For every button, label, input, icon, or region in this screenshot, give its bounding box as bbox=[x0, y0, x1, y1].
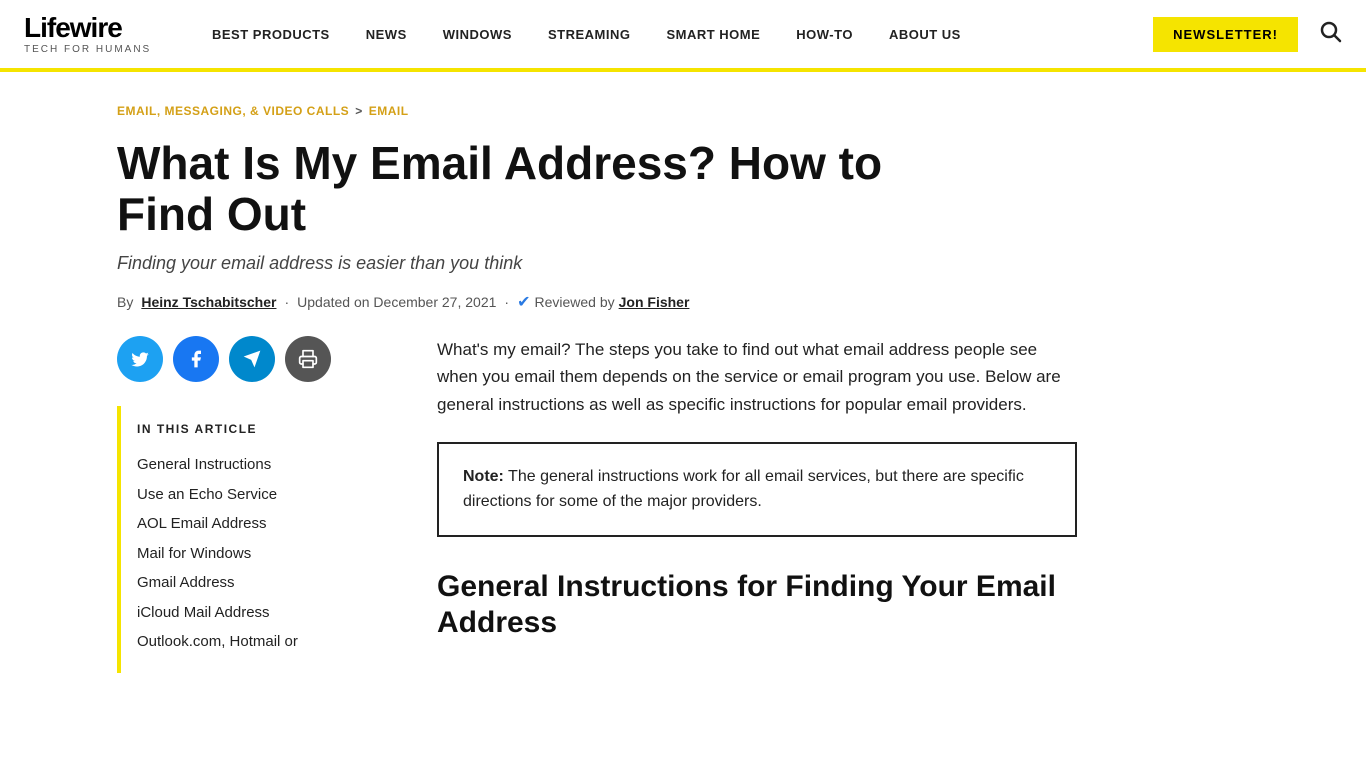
reviewed-label: Reviewed by bbox=[534, 294, 614, 310]
breadcrumb: EMAIL, MESSAGING, & VIDEO CALLS > EMAIL bbox=[117, 104, 1249, 118]
updated-date: Updated on December 27, 2021 bbox=[297, 294, 496, 310]
social-share-row bbox=[117, 336, 397, 382]
toc-item[interactable]: Use an Echo Service bbox=[137, 480, 397, 510]
note-label: Note: bbox=[463, 468, 504, 485]
right-column: What's my email? The steps you take to f… bbox=[437, 336, 1077, 673]
toc-item[interactable]: iCloud Mail Address bbox=[137, 598, 397, 628]
breadcrumb-separator: > bbox=[355, 104, 363, 118]
toc-item[interactable]: Mail for Windows bbox=[137, 539, 397, 569]
review-badge: ✔ Reviewed by Jon Fisher bbox=[517, 292, 689, 312]
search-icon[interactable] bbox=[1318, 19, 1342, 49]
section-heading: General Instructions for Finding Your Em… bbox=[437, 569, 1077, 641]
table-of-contents: IN THIS ARTICLE General InstructionsUse … bbox=[117, 406, 397, 673]
logo-area[interactable]: Lifewire TECH FOR HUMANS bbox=[24, 14, 154, 55]
nav-item-about-us[interactable]: ABOUT US bbox=[871, 27, 979, 42]
breadcrumb-current[interactable]: EMAIL bbox=[369, 104, 409, 118]
nav-item-how-to[interactable]: HOW-TO bbox=[778, 27, 871, 42]
toc-item[interactable]: AOL Email Address bbox=[137, 509, 397, 539]
nav-item-smart-home[interactable]: SMART HOME bbox=[648, 27, 778, 42]
nav-item-news[interactable]: NEWS bbox=[348, 27, 425, 42]
breadcrumb-parent-link[interactable]: EMAIL, MESSAGING, & VIDEO CALLS bbox=[117, 104, 349, 118]
note-text: The general instructions work for all em… bbox=[463, 468, 1024, 511]
dot-separator: · bbox=[284, 294, 289, 310]
reviewer-link[interactable]: Jon Fisher bbox=[619, 294, 690, 310]
nav-item-best-products[interactable]: BEST PRODUCTS bbox=[194, 27, 348, 42]
nav-item-windows[interactable]: WINDOWS bbox=[425, 27, 530, 42]
telegram-share-button[interactable] bbox=[229, 336, 275, 382]
dot-separator2: · bbox=[504, 294, 509, 310]
article-meta: By Heinz Tschabitscher · Updated on Dece… bbox=[117, 292, 1249, 312]
article-title: What Is My Email Address? How to Find Ou… bbox=[117, 138, 897, 239]
toc-list: General InstructionsUse an Echo ServiceA… bbox=[137, 450, 397, 657]
article-intro: What's my email? The steps you take to f… bbox=[437, 336, 1077, 418]
print-button[interactable] bbox=[285, 336, 331, 382]
twitter-share-button[interactable] bbox=[117, 336, 163, 382]
facebook-share-button[interactable] bbox=[173, 336, 219, 382]
toc-item[interactable]: Gmail Address bbox=[137, 568, 397, 598]
article-subtitle: Finding your email address is easier tha… bbox=[117, 253, 717, 274]
checkmark-icon: ✔ bbox=[517, 292, 530, 312]
toc-item[interactable]: Outlook.com, Hotmail or bbox=[137, 627, 397, 657]
logo-text[interactable]: Lifewire bbox=[24, 14, 154, 42]
newsletter-button[interactable]: NEWSLETTER! bbox=[1153, 17, 1298, 52]
toc-title: IN THIS ARTICLE bbox=[137, 422, 397, 436]
by-label: By bbox=[117, 294, 133, 310]
author-link[interactable]: Heinz Tschabitscher bbox=[141, 294, 276, 310]
site-header: Lifewire TECH FOR HUMANS BEST PRODUCTSNE… bbox=[0, 0, 1366, 72]
left-column: IN THIS ARTICLE General InstructionsUse … bbox=[117, 336, 397, 673]
nav-item-streaming[interactable]: STREAMING bbox=[530, 27, 649, 42]
note-box: Note: The general instructions work for … bbox=[437, 442, 1077, 537]
main-nav: BEST PRODUCTSNEWSWINDOWSSTREAMINGSMART H… bbox=[194, 27, 1133, 42]
content-layout: IN THIS ARTICLE General InstructionsUse … bbox=[117, 336, 1249, 673]
toc-item[interactable]: General Instructions bbox=[137, 450, 397, 480]
logo-tagline: TECH FOR HUMANS bbox=[24, 44, 154, 55]
